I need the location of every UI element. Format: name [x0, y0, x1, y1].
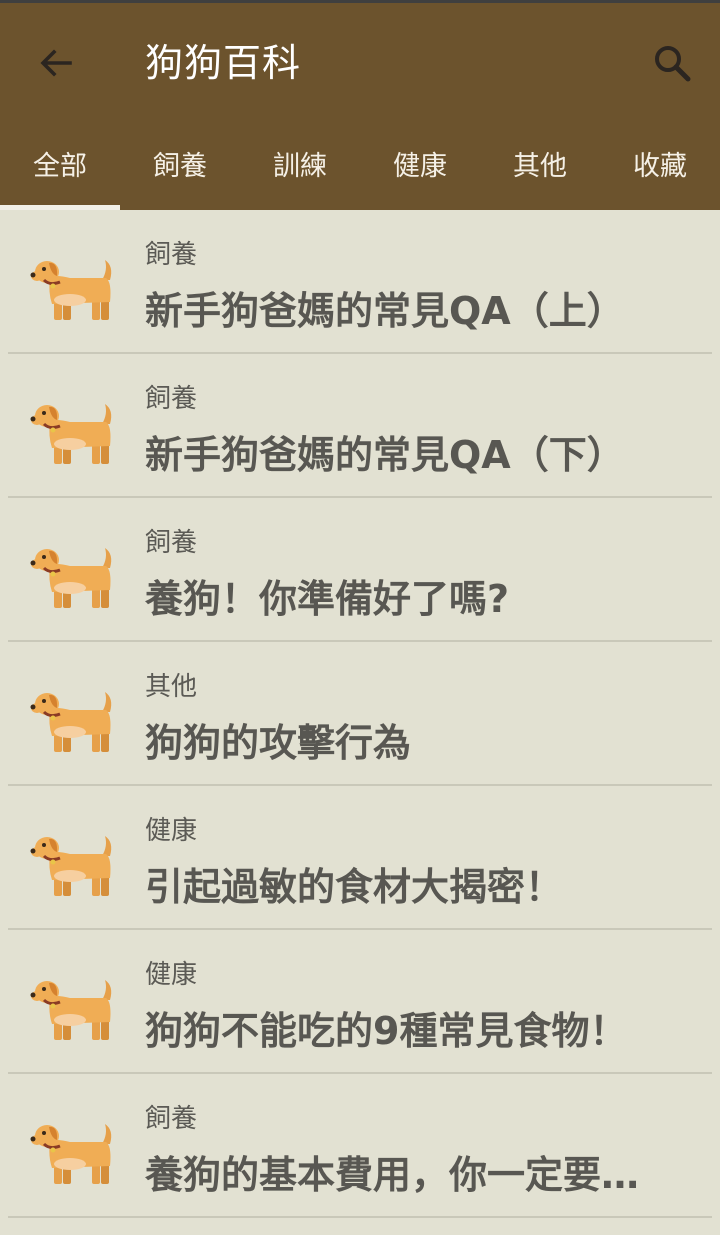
- tab-all[interactable]: 全部: [0, 126, 120, 210]
- article-title: 養狗！你準備好了嗎?: [145, 577, 510, 621]
- article-category: 健康: [145, 816, 198, 846]
- dog-icon: [30, 548, 112, 608]
- back-button[interactable]: [30, 39, 82, 87]
- search-button[interactable]: [646, 37, 698, 89]
- list-item[interactable]: 飼養 養狗的基本費用，你一定要…: [0, 1074, 720, 1218]
- list-item[interactable]: 健康 狗狗不能吃的9種常見食物！: [0, 930, 720, 1074]
- page-title: 狗狗百科: [145, 41, 302, 85]
- tab-label: 收藏: [633, 151, 687, 182]
- list-item[interactable]: 飼養 新手狗爸媽的常見QA（下）: [0, 354, 720, 498]
- article-title: 引起過敏的食材大揭密！: [145, 865, 564, 909]
- article-category: 飼養: [145, 240, 198, 270]
- dog-icon: [30, 980, 112, 1040]
- tab-label: 全部: [33, 151, 87, 182]
- article-list: 飼養 新手狗爸媽的常見QA（上） 飼養 新手狗爸媽的常見QA（下） 飼養 養狗！…: [0, 210, 720, 1218]
- tab-label: 飼養: [153, 151, 207, 182]
- tab-label: 訓練: [273, 151, 327, 182]
- article-category: 健康: [145, 960, 198, 990]
- dog-icon: [30, 260, 112, 320]
- dog-icon: [30, 836, 112, 896]
- search-icon: [655, 46, 691, 82]
- article-category: 飼養: [145, 528, 198, 558]
- list-item[interactable]: 飼養 養狗！你準備好了嗎?: [0, 498, 720, 642]
- app-bar: 狗狗百科 全部 飼養 訓練 健康 其他 收藏: [0, 3, 720, 210]
- article-category: 飼養: [145, 1104, 198, 1134]
- article-category: 其他: [145, 672, 198, 702]
- category-tabs: 全部 飼養 訓練 健康 其他 收藏: [0, 126, 720, 210]
- article-category: 飼養: [145, 384, 198, 414]
- article-title: 狗狗的攻擊行為: [145, 721, 412, 765]
- article-title: 新手狗爸媽的常見QA（下）: [145, 433, 625, 477]
- list-item[interactable]: 飼養 新手狗爸媽的常見QA（上）: [0, 210, 720, 354]
- article-title: 新手狗爸媽的常見QA（上）: [145, 289, 625, 333]
- article-title: 狗狗不能吃的9種常見食物！: [145, 1009, 628, 1053]
- article-title: 養狗的基本費用，你一定要…: [145, 1153, 640, 1197]
- tab-other[interactable]: 其他: [480, 126, 600, 210]
- dog-icon: [30, 1124, 112, 1184]
- list-item[interactable]: 其他 狗狗的攻擊行為: [0, 642, 720, 786]
- tab-label: 健康: [393, 151, 447, 182]
- tab-favorites[interactable]: 收藏: [600, 126, 720, 210]
- dog-icon: [30, 404, 112, 464]
- tab-training[interactable]: 訓練: [240, 126, 360, 210]
- dog-icon: [30, 692, 112, 752]
- tab-feeding[interactable]: 飼養: [120, 126, 240, 210]
- tab-label: 其他: [513, 151, 567, 182]
- list-item[interactable]: 健康 引起過敏的食材大揭密！: [0, 786, 720, 930]
- tab-health[interactable]: 健康: [360, 126, 480, 210]
- arrow-left-icon: [40, 49, 72, 77]
